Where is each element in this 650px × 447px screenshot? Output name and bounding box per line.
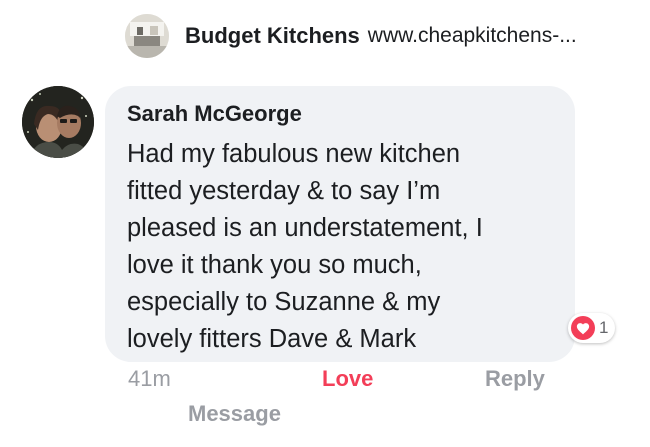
page-avatar[interactable] [125,14,169,58]
reaction-badge[interactable]: 1 [568,313,616,343]
comment-text-line: especially to Suzanne & my [127,288,441,316]
comment-text-line: pleased is an understatement, I [127,214,483,242]
heart-icon [571,316,595,340]
commenter-avatar[interactable] [22,86,94,158]
page-avatar-image [125,14,169,58]
message-button[interactable]: Message [188,401,281,427]
commenter-avatar-image [22,86,94,158]
page-url[interactable]: www.cheapkitchens-... [368,24,577,48]
post-header: Budget Kitchens www.cheapkitchens-... [125,13,577,59]
comment-timestamp[interactable]: 41m [128,366,171,392]
comment-bubble[interactable]: Sarah McGeorge Had my fabulous new kitch… [105,86,575,362]
love-button[interactable]: Love [322,366,373,392]
comment-text-line: Had my fabulous new kitchen [127,140,461,168]
comment-view: Budget Kitchens www.cheapkitchens-... Sa… [0,0,650,447]
reply-button[interactable]: Reply [485,366,545,392]
reaction-count: 1 [599,318,609,337]
comment-author[interactable]: Sarah McGeorge [127,100,553,128]
page-name[interactable]: Budget Kitchens [185,23,360,49]
comment-text-line: fitted yesterday & to say I’m [127,177,441,205]
comment-text: Had my fabulous new kitchen fitted yeste… [127,136,567,358]
comment-text-line: love it thank you so much, [127,251,422,279]
comment-text-line: lovely fitters Dave & Mark [127,325,417,353]
